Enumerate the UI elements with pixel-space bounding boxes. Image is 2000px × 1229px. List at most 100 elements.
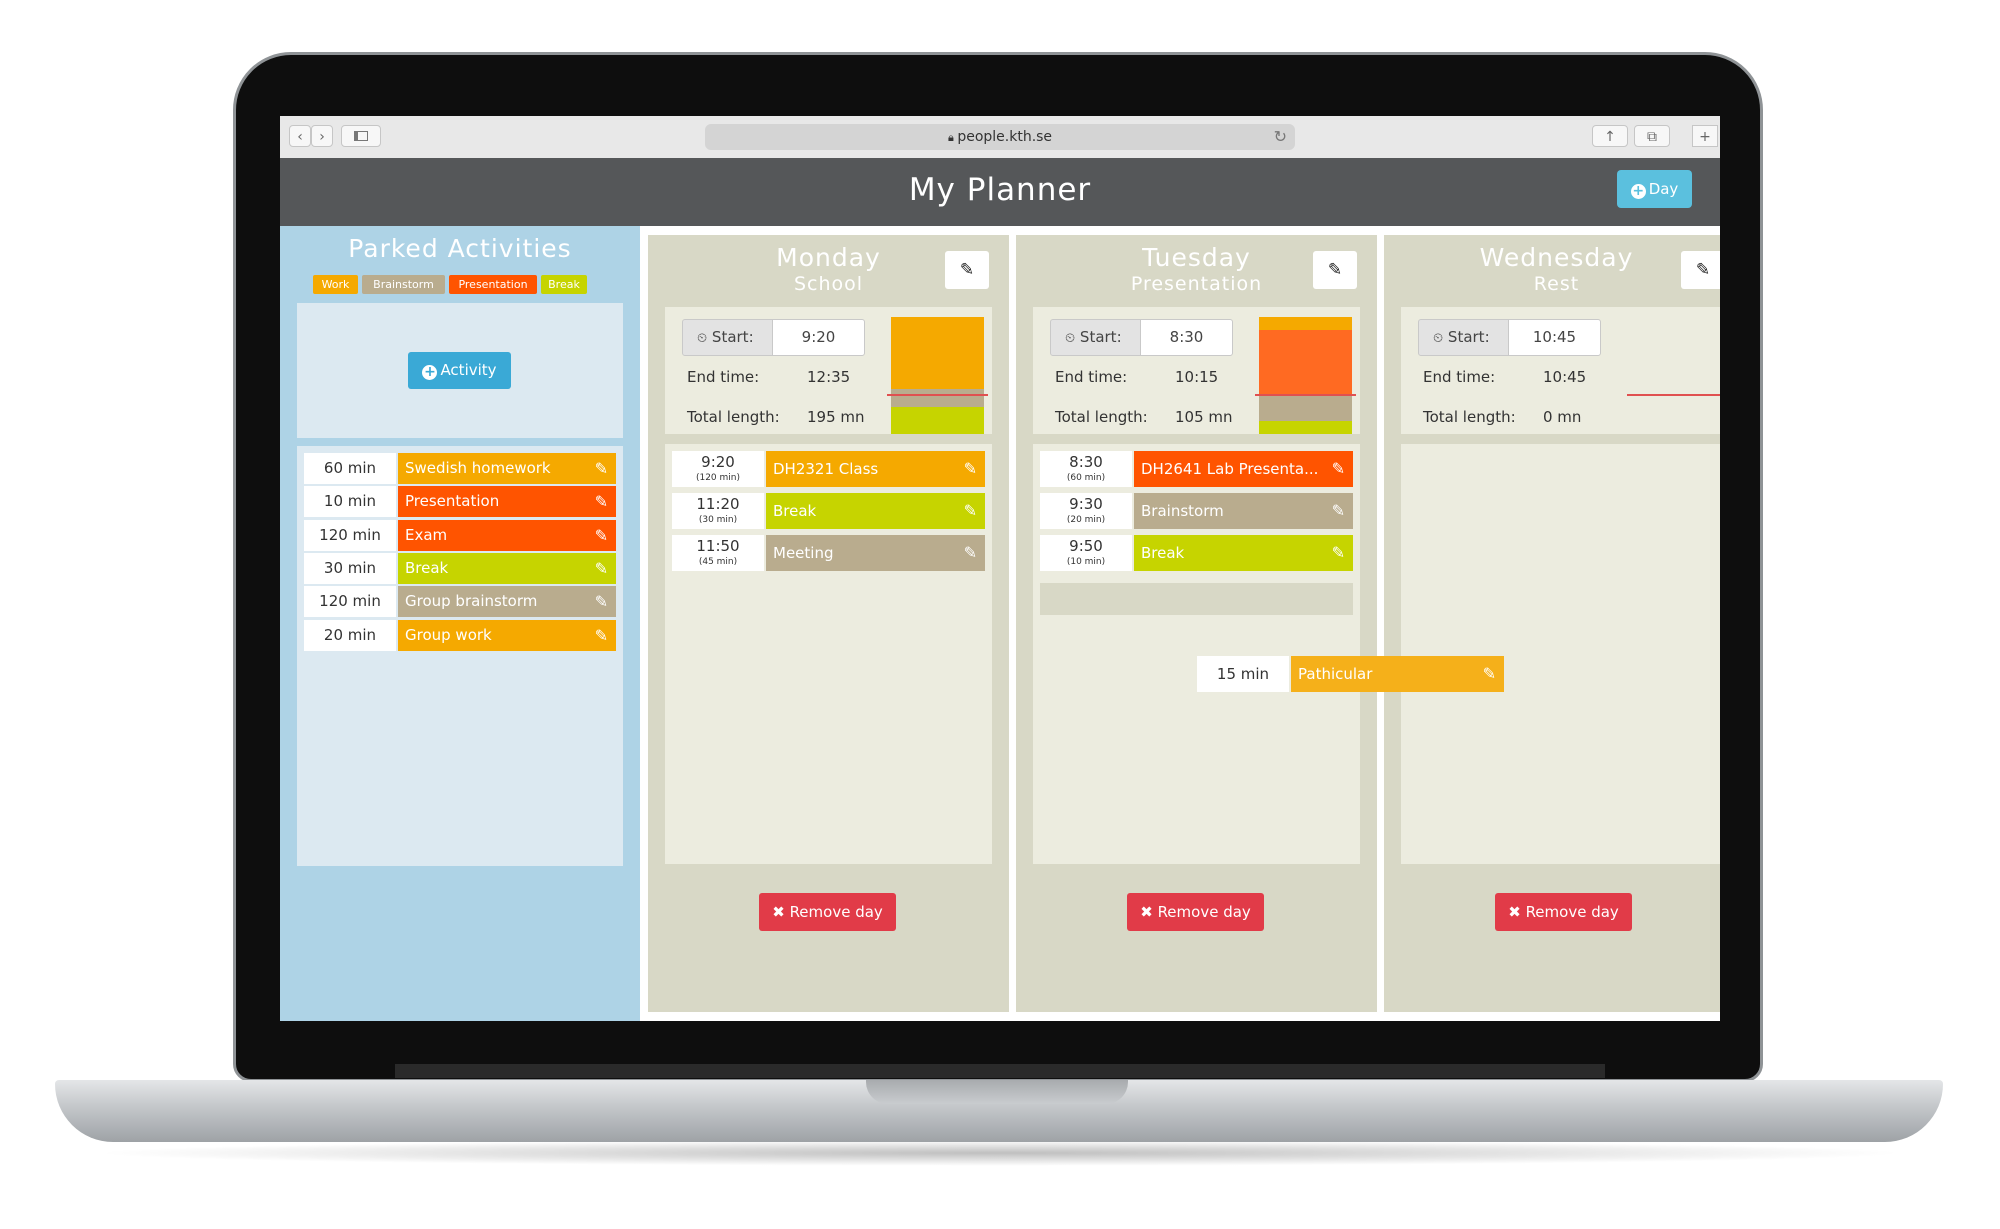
sidebar-icon — [354, 131, 368, 141]
activity-name: Swedish homework — [405, 459, 551, 477]
end-time-value: 10:15 — [1175, 368, 1219, 386]
add-day-label: Day — [1648, 180, 1679, 198]
plus-icon: + — [1699, 129, 1711, 145]
add-day-button[interactable]: + Day — [1617, 170, 1692, 208]
activity-label: Brainstorm ✎ — [1134, 493, 1353, 529]
day-column-wednesday: Wednesday Rest ✎ ⏲︎ Start: 10:45 End time: 10:… — [1384, 235, 1720, 1012]
activity-label: DH2641 Lab Presenta... ✎ — [1134, 451, 1353, 487]
day-composition-bar — [891, 317, 984, 434]
pencil-icon[interactable]: ✎ — [595, 453, 608, 484]
pencil-icon[interactable]: ✎ — [595, 620, 608, 651]
duration: (45 min) — [698, 557, 738, 567]
pencil-icon: ✎ — [1327, 260, 1343, 280]
edit-day-button[interactable]: ✎ — [945, 251, 989, 289]
forward-icon: › — [319, 129, 325, 145]
start-time-input[interactable]: 8:30 — [1140, 319, 1233, 356]
close-icon: ✖ — [1140, 903, 1153, 921]
parked-activity[interactable]: 60 min Swedish homework ✎ — [304, 453, 616, 484]
composition-segment — [1259, 317, 1352, 330]
activity-name: Presentation — [405, 492, 500, 511]
plus-circle-icon: + — [422, 364, 438, 380]
edit-day-button[interactable]: ✎ — [1681, 251, 1720, 289]
close-icon: ✖ — [772, 903, 785, 921]
share-icon: ↑ — [1604, 129, 1616, 145]
start-label: ⏲︎ Start: — [1418, 319, 1509, 356]
remove-day-button[interactable]: ✖ Remove day — [1495, 893, 1632, 931]
reload-icon[interactable]: ↻ — [1274, 127, 1287, 146]
back-button[interactable]: ‹ — [289, 125, 311, 147]
total-length-label: Total length: — [1423, 408, 1516, 426]
pencil-icon[interactable]: ✎ — [1332, 535, 1345, 571]
end-time-value: 10:45 — [1543, 368, 1587, 386]
edit-day-button[interactable]: ✎ — [1313, 251, 1357, 289]
start-time-input[interactable]: 9:20 — [772, 319, 865, 356]
pencil-icon[interactable]: ✎ — [595, 586, 608, 617]
app-header: My Planner + Day — [280, 158, 1720, 226]
pencil-icon[interactable]: ✎ — [964, 451, 977, 487]
scheduled-activity[interactable]: 9:30 (20 min) Brainstorm ✎ — [1040, 493, 1353, 529]
activity-duration: 120 min — [304, 586, 396, 618]
duration: (30 min) — [698, 515, 738, 525]
parked-activity[interactable]: 30 min Break ✎ — [304, 552, 616, 584]
scheduled-activity[interactable]: 9:20 (120 min) DH2321 Class ✎ — [672, 451, 985, 487]
activity-name: Group brainstorm — [405, 592, 538, 611]
scheduled-activity[interactable]: 9:50 (10 min) Break ✎ — [1040, 535, 1353, 571]
add-activity-button[interactable]: + Activity — [408, 352, 511, 389]
share-button[interactable]: ↑ — [1592, 125, 1628, 147]
remove-day-label: Remove day — [789, 903, 883, 921]
legend-break: Break — [541, 275, 587, 294]
activity-label: Break ✎ — [398, 552, 616, 584]
pencil-icon[interactable]: ✎ — [1483, 656, 1496, 692]
pencil-icon[interactable]: ✎ — [595, 486, 608, 517]
pencil-icon[interactable]: ✎ — [1332, 493, 1345, 529]
sidebar-toggle-button[interactable] — [341, 125, 381, 147]
scheduled-activity[interactable]: 11:50 (45 min) Meeting ✎ — [672, 535, 985, 571]
new-activity-area: + Activity — [297, 303, 623, 438]
address-bar[interactable]: 🔒︎ people.kth.se ↻ — [705, 124, 1295, 150]
day-stats: ⏲︎ Start: 9:20 End time: 12:35 Total length:… — [665, 307, 992, 434]
drop-placeholder — [1040, 583, 1353, 615]
composition-segment — [1259, 395, 1352, 421]
target-line — [887, 394, 988, 396]
remove-day-button[interactable]: ✖ Remove day — [1127, 893, 1264, 931]
day-schedule: 8:30 (60 min) DH2641 Lab Presenta... ✎ 9:30 (… — [1033, 444, 1360, 864]
start-time-input[interactable]: 10:45 — [1508, 319, 1601, 356]
dragged-activity[interactable]: 15 min Pathicular ✎ — [1197, 656, 1504, 692]
activity-name: Group work — [405, 625, 492, 644]
close-icon: ✖ — [1508, 903, 1521, 921]
remove-day-button[interactable]: ✖ Remove day — [759, 893, 896, 931]
parked-activity[interactable]: 20 min Group work ✎ — [304, 619, 616, 651]
day-column-monday: Monday School ✎ ⏲︎ Start: 9:20 End time: 12:35… — [648, 235, 1009, 1012]
start-time: 8:30 — [1069, 453, 1103, 471]
day-schedule: 9:20 (120 min) DH2321 Class ✎ 11:20 (30 min) B… — [665, 444, 992, 864]
total-length-label: Total length: — [1055, 408, 1148, 426]
pencil-icon[interactable]: ✎ — [964, 535, 977, 571]
activity-duration: 120 min — [304, 519, 396, 551]
composition-segment — [891, 388, 984, 407]
parked-activity[interactable]: 120 min Group brainstorm ✎ — [304, 586, 616, 618]
forward-button[interactable]: › — [311, 125, 333, 147]
new-tab-button[interactable]: + — [1692, 125, 1718, 147]
browser-toolbar: ‹ › 🔒︎ people.kth.se ↻ ↑ ⧉ + — [280, 116, 1720, 159]
tabs-button[interactable]: ⧉ — [1634, 125, 1670, 147]
pencil-icon[interactable]: ✎ — [1332, 451, 1345, 487]
remove-day-label: Remove day — [1157, 903, 1251, 921]
clock-icon: ⏲︎ — [697, 331, 708, 346]
day-subtitle: Rest — [1533, 273, 1580, 295]
scheduled-activity[interactable]: 8:30 (60 min) DH2641 Lab Presenta... ✎ — [1040, 451, 1353, 487]
activity-name: DH2321 Class — [773, 460, 879, 478]
activity-name: Break — [1141, 544, 1185, 562]
pencil-icon[interactable]: ✎ — [964, 493, 977, 529]
parked-activity[interactable]: 10 min Presentation ✎ — [304, 486, 616, 518]
tabs-icon: ⧉ — [1647, 129, 1657, 145]
parked-activity[interactable]: 120 min Exam ✎ — [304, 519, 616, 551]
day-stats: ⏲︎ Start: 8:30 End time: 10:15 Total length:… — [1033, 307, 1360, 434]
parked-activity-list: 60 min Swedish homework ✎ 10 min Presentatio… — [297, 446, 623, 866]
scheduled-activity[interactable]: 11:20 (30 min) Break ✎ — [672, 493, 985, 529]
activity-name: Exam — [405, 525, 448, 544]
end-time-value: 12:35 — [807, 368, 851, 386]
activity-duration: 15 min — [1197, 656, 1289, 692]
pencil-icon: ✎ — [1695, 260, 1711, 280]
pencil-icon[interactable]: ✎ — [595, 553, 608, 584]
pencil-icon[interactable]: ✎ — [595, 520, 608, 551]
